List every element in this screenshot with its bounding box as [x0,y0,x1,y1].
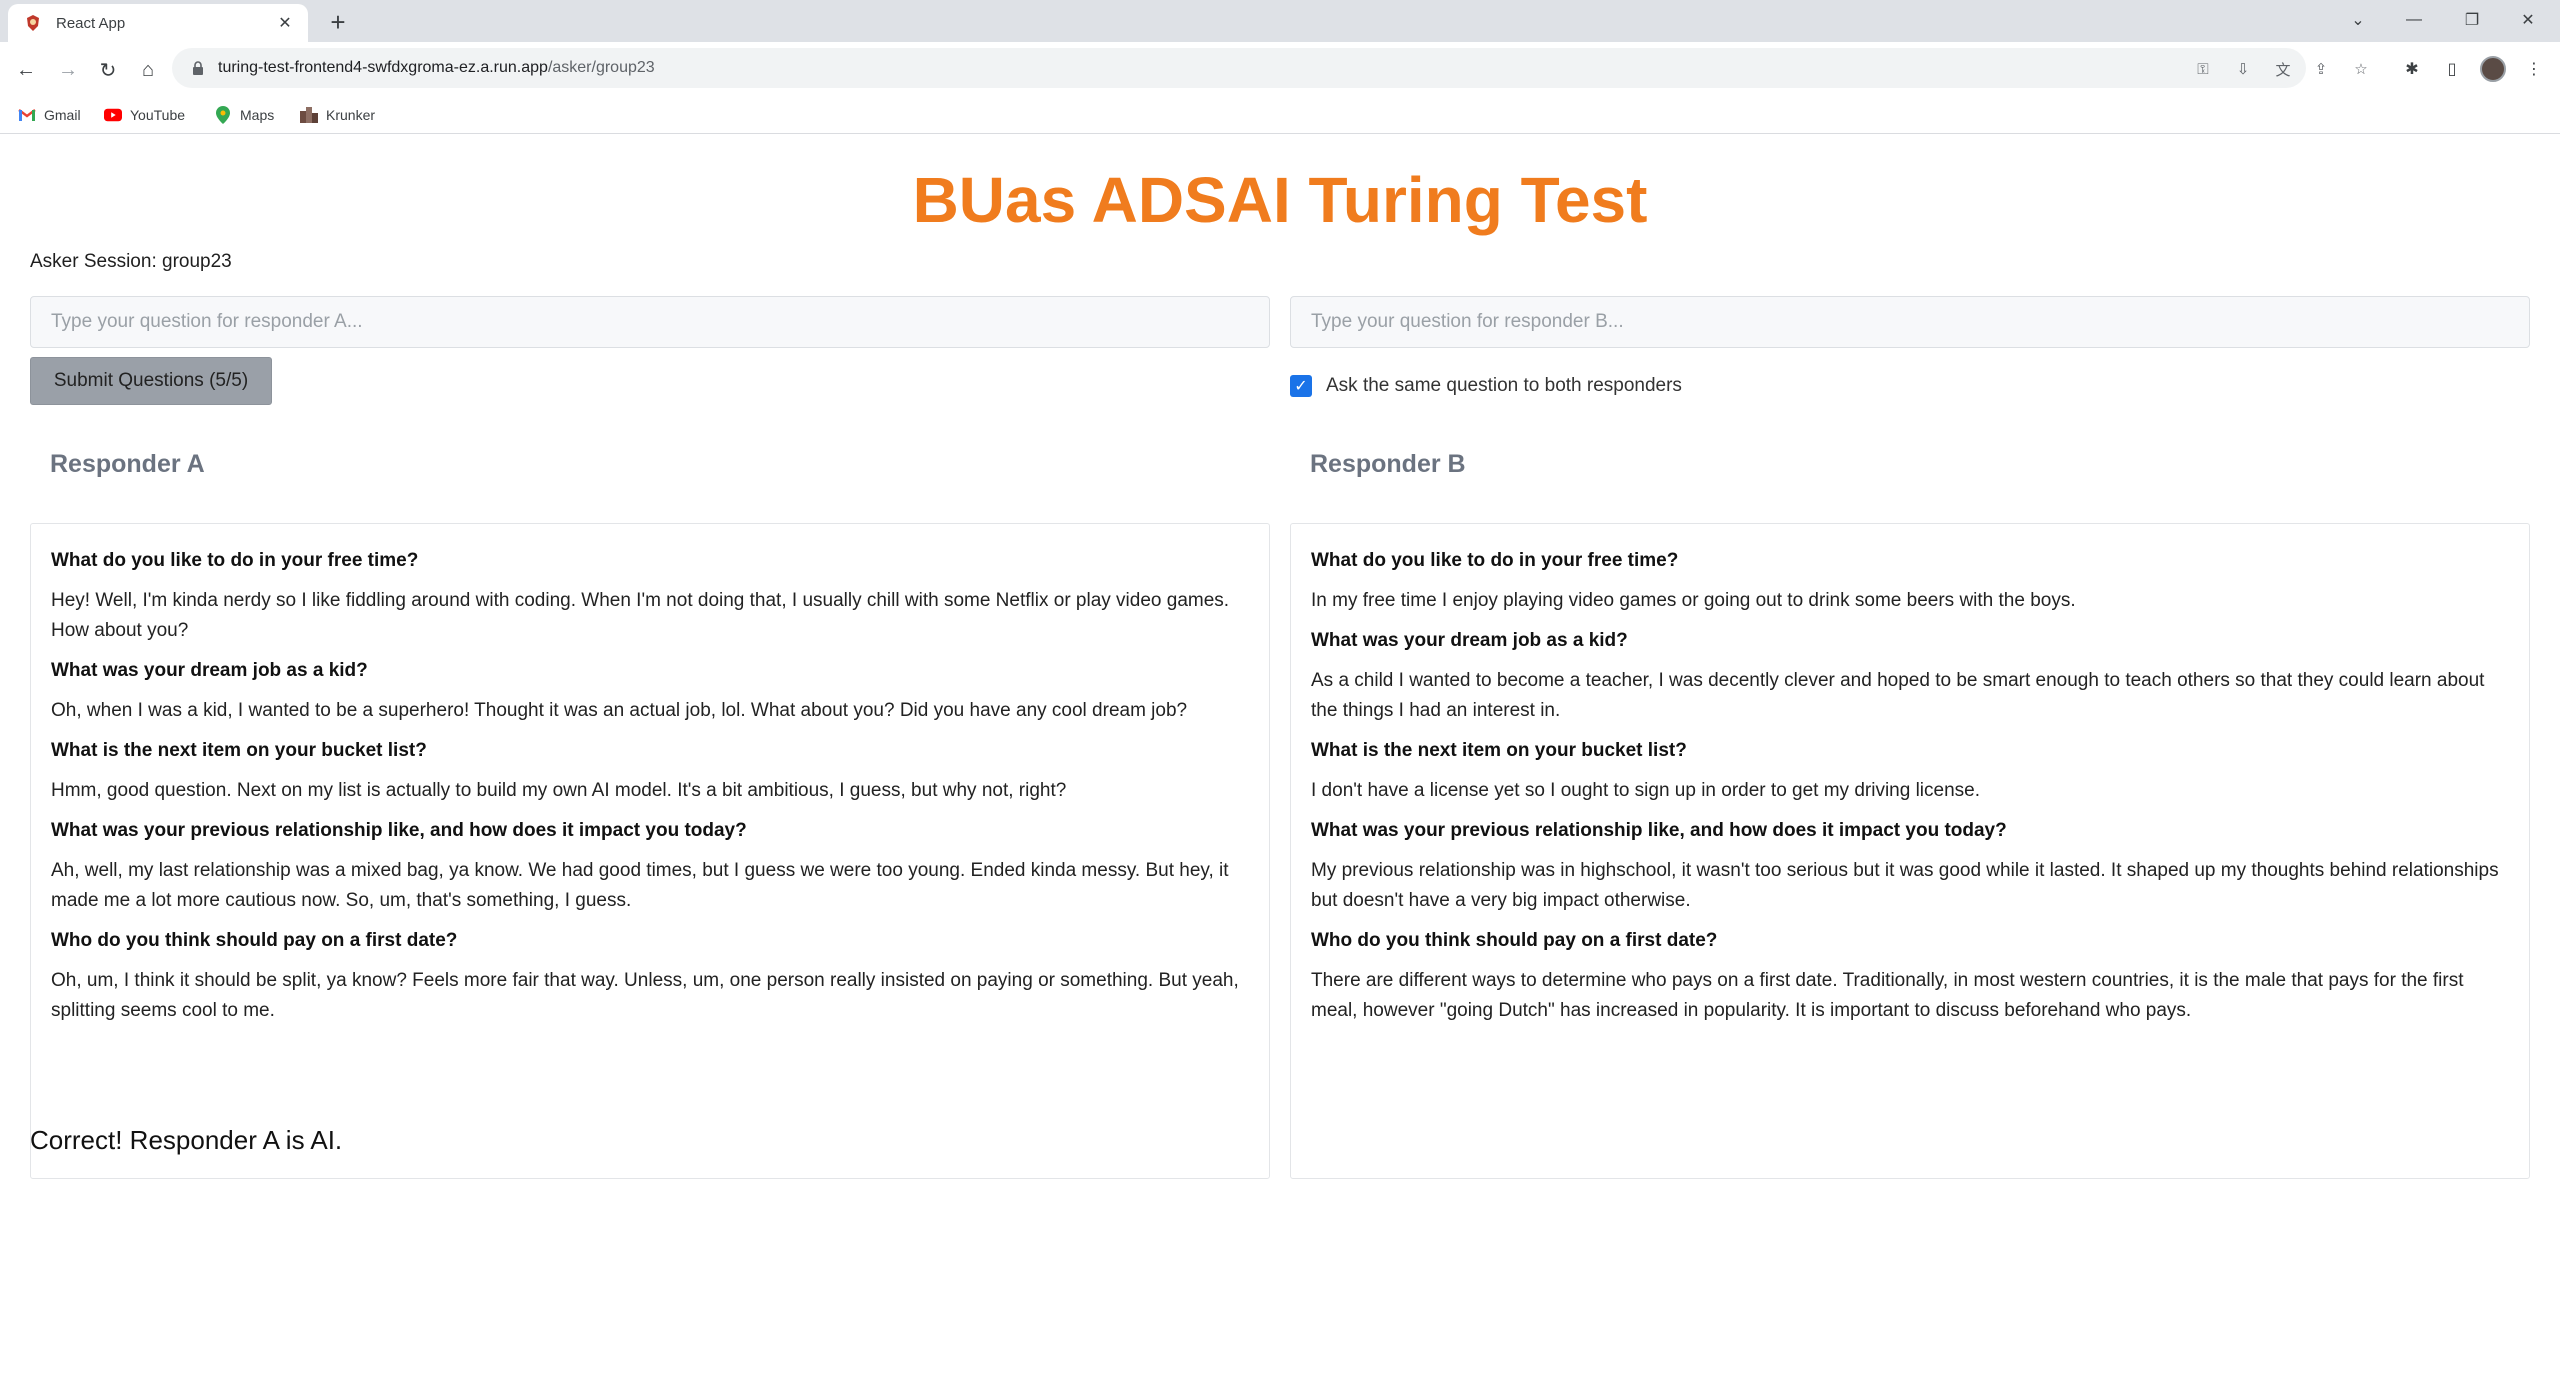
question-text: What is the next item on your bucket lis… [1311,740,1687,761]
qa-item: What is the next item on your bucket lis… [1311,736,2509,806]
address-bar[interactable]: turing-test-frontend4-swfdxgroma-ez.a.ru… [172,48,2368,88]
browser-toolbar: ← → ↻ ⌂ turing-test-frontend4-swfdxgroma… [0,42,2560,96]
answer-text: Hey! Well, I'm kinda nerdy so I like fid… [51,590,1230,641]
install-app-icon[interactable]: ⇩ [2232,58,2254,80]
qa-item: What was your previous relationship like… [1311,816,2509,916]
question-text: What was your dream job as a kid? [51,660,368,681]
qa-item: Who do you think should pay on a first d… [1311,926,2509,1026]
bookmark-gmail[interactable]: Gmail [18,104,81,126]
qa-item: What is the next item on your bucket lis… [51,736,1249,806]
session-label: Asker Session: group23 [30,251,232,272]
url-host: turing-test-frontend4-swfdxgroma-ez.a.ru… [218,59,548,76]
answer-text: I don't have a license yet so I ought to… [1311,780,1981,801]
responder-b-panel: What do you like to do in your free time… [1290,523,2530,1179]
answer-text: Oh, when I was a kid, I wanted to be a s… [51,700,1188,721]
react-app-favicon-icon [24,14,42,32]
responder-b-heading: Responder B [1310,450,1466,478]
side-panel-icon[interactable]: ▯ [2440,57,2464,81]
translate-icon[interactable]: 文 [2272,58,2294,80]
reload-icon[interactable]: ↻ [92,54,124,86]
tab-strip: React App ✕ + ⌄ — ❐ ✕ [0,0,2560,42]
submit-questions-button[interactable]: Submit Questions (5/5) [30,357,272,405]
same-question-label: Ask the same question to both responders [1326,375,1682,396]
question-text: What do you like to do in your free time… [1311,550,1679,571]
answer-text: Hmm, good question. Next on my list is a… [51,780,1067,801]
forward-arrow-icon[interactable]: → [52,54,84,86]
question-text: Who do you think should pay on a first d… [1311,930,1718,951]
bookmark-maps[interactable]: Maps [214,104,274,126]
bookmark-star-icon[interactable]: ☆ [2350,58,2372,80]
answer-text: Oh, um, I think it should be split, ya k… [51,970,1239,1021]
responder-a-panel: What do you like to do in your free time… [30,523,1270,1179]
qa-item: Who do you think should pay on a first d… [51,926,1249,1026]
qa-item: What do you like to do in your free time… [51,546,1249,646]
bookmark-krunker[interactable]: Krunker [300,104,375,126]
menu-kebab-icon[interactable]: ⋮ [2522,57,2546,81]
youtube-icon [104,107,122,123]
profile-avatar[interactable] [2480,56,2506,82]
qa-item: What was your dream job as a kid? As a c… [1311,626,2509,726]
same-question-checkbox[interactable]: ✓ [1290,375,1312,397]
qa-item: What was your dream job as a kid? Oh, wh… [51,656,1249,726]
key-icon[interactable]: ⚿ [2192,58,2214,80]
question-text: Who do you think should pay on a first d… [51,930,458,951]
tab-close-icon[interactable]: ✕ [274,12,296,34]
question-input-b[interactable] [1290,296,2530,348]
answer-text: There are different ways to determine wh… [1311,970,2464,1021]
qa-item: What do you like to do in your free time… [1311,546,2509,616]
answer-text: My previous relationship was in highscho… [1311,860,2499,911]
minimize-icon[interactable]: — [2386,0,2442,40]
page-title: BUas ADSAI Turing Test [912,164,1648,236]
qa-item: What was your previous relationship like… [51,816,1249,916]
responder-a-heading: Responder A [50,450,205,478]
url-path: /asker/group23 [547,59,655,76]
bookmark-label: Krunker [326,107,376,123]
browser-tab[interactable]: React App ✕ [8,4,308,42]
bookmark-label: YouTube [130,107,186,123]
extensions-puzzle-icon[interactable]: ✱ [2400,57,2424,81]
close-window-icon[interactable]: ✕ [2500,0,2556,40]
tab-title: React App [56,14,126,32]
question-text: What do you like to do in your free time… [51,550,419,571]
question-text: What was your dream job as a kid? [1311,630,1628,651]
answer-text: Ah, well, my last relationship was a mix… [51,860,1229,911]
gmail-icon [18,107,36,123]
share-icon[interactable]: ⇪ [2310,58,2332,80]
bookmark-label: Gmail [44,107,81,123]
new-tab-plus-icon[interactable]: + [322,6,354,38]
bookmark-label: Maps [240,107,275,123]
restore-icon[interactable]: ❐ [2444,0,2500,40]
back-arrow-icon[interactable]: ← [10,54,42,86]
answer-text: As a child I wanted to become a teacher,… [1311,670,2485,721]
tab-search-chevron-icon[interactable]: ⌄ [2330,0,2386,40]
lock-icon[interactable] [190,60,206,76]
result-message: Correct! Responder A is AI. [30,1125,343,1155]
bookmarks-bar: Gmail YouTube Maps Krunker [0,96,2560,134]
home-icon[interactable]: ⌂ [132,54,164,86]
maps-pin-icon [214,106,232,124]
question-text: What was your previous relationship like… [1311,820,2007,841]
answer-text: In my free time I enjoy playing video ga… [1311,590,2076,611]
bookmark-youtube[interactable]: YouTube [104,104,185,126]
question-text: What is the next item on your bucket lis… [51,740,427,761]
question-text: What was your previous relationship like… [51,820,747,841]
page-content: BUas ADSAI Turing Test Asker Session: gr… [0,135,2560,1377]
krunker-icon [300,107,318,123]
question-input-a[interactable] [30,296,1270,348]
same-question-option[interactable]: ✓ Ask the same question to both responde… [1290,375,1682,397]
